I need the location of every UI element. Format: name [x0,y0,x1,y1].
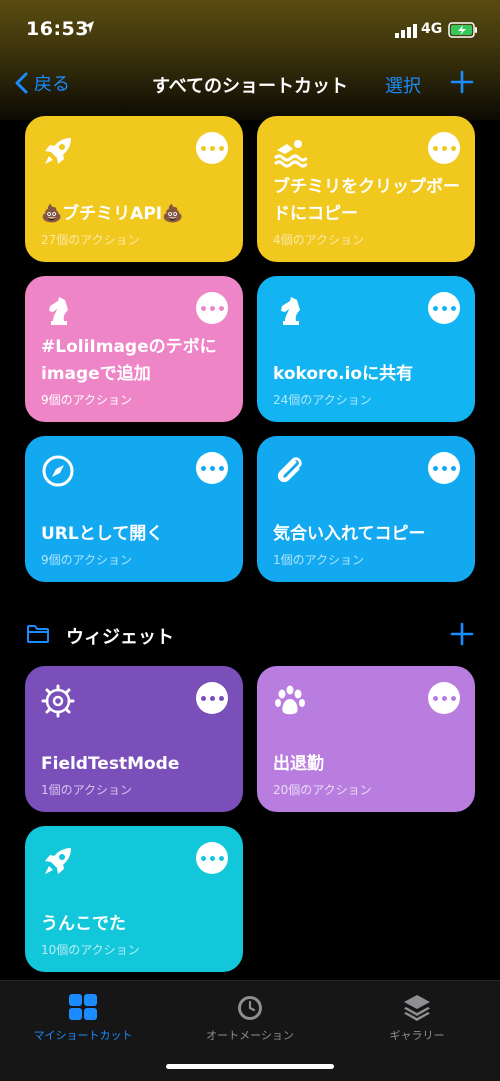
status-bar: 16:53 4G [0,0,500,60]
swimmer-icon [273,140,307,168]
more-button[interactable] [196,292,228,324]
section-title: ウィジェット [66,627,174,648]
more-button[interactable] [428,292,460,324]
status-time: 16:53 [26,18,89,40]
tab-automation[interactable]: オートメーション [167,993,333,1043]
shortcut-title: kokoro.ioに共有 [273,364,414,384]
shortcut-title: ブチミリをクリップボードにコピー [273,177,460,224]
action-count: 1個のアクション [41,783,133,797]
tab-label: オートメーション [206,1029,294,1042]
tab-label: ギャラリー [389,1029,445,1042]
more-button[interactable] [196,682,228,714]
shortcut-card[interactable]: #LoliImageのテボにimageで追加 9個のアクション [25,276,243,422]
action-count: 4個のアクション [273,233,365,247]
home-indicator [166,1064,334,1069]
more-button[interactable] [196,452,228,484]
paperclip-icon [277,457,302,483]
shortcut-title: #LoliImageのテボにimageで追加 [41,337,217,384]
compass-icon [42,455,74,487]
more-button[interactable] [428,132,460,164]
shortcut-card[interactable]: うんこでた 10個のアクション [25,826,243,972]
chess-knight-icon [49,297,68,325]
shortcut-card[interactable]: 気合い入れてコピー 1個のアクション [257,436,475,582]
navigation-bar: 戻る すべてのショートカット 選択 [0,62,500,106]
clock-icon [238,996,262,1020]
shortcut-title: 💩ブチミリAPI💩 [41,204,184,224]
shortcut-title: URLとして開く [41,524,164,544]
more-button[interactable] [196,132,228,164]
action-count: 1個のアクション [273,553,365,567]
add-to-folder-button[interactable] [450,622,474,646]
gear-icon [41,684,75,718]
paw-icon [275,685,305,715]
tab-gallery[interactable]: ギャラリー [334,993,500,1043]
action-count: 27個のアクション [41,233,140,247]
shortcut-card[interactable]: kokoro.ioに共有 24個のアクション [257,276,475,422]
select-button[interactable]: 選択 [385,72,421,98]
action-count: 20個のアクション [273,783,372,797]
tab-my-shortcuts[interactable]: マイショートカット [0,993,166,1043]
shortcut-card[interactable]: 💩ブチミリAPI💩 27個のアクション [25,116,243,262]
more-button[interactable] [428,452,460,484]
more-button[interactable] [196,842,228,874]
battery-charging-icon [448,22,477,38]
action-count: 9個のアクション [41,553,133,567]
chess-knight-icon [281,297,300,325]
signal-icon [395,24,417,38]
layers-icon [404,995,430,1021]
tab-label: マイショートカット [33,1029,133,1042]
shortcut-card[interactable]: URLとして開く 9個のアクション [25,436,243,582]
action-count: 9個のアクション [41,393,133,407]
add-shortcut-button[interactable] [450,70,474,94]
shortcut-title: 出退勤 [273,754,324,774]
shortcut-title: FieldTestMode [41,754,180,774]
network-type: 4G [421,21,443,37]
rocket-icon [45,138,71,164]
action-count: 24個のアクション [273,393,372,407]
grid-icon [69,994,97,1020]
page-title: すべてのショートカット [151,76,349,97]
shortcut-title: 気合い入れてコピー [273,524,426,544]
folder-icon [27,625,49,643]
shortcut-title: うんこでた [41,914,126,934]
rocket-icon [45,848,71,874]
location-arrow-icon [84,21,94,33]
shortcut-card[interactable]: 出退勤 20個のアクション [257,666,475,812]
folder-section-header: ウィジェット [0,618,500,652]
shortcut-card[interactable]: ブチミリをクリップボードにコピー 4個のアクション [257,116,475,262]
shortcut-card[interactable]: FieldTestMode 1個のアクション [25,666,243,812]
action-count: 10個のアクション [41,943,140,957]
more-button[interactable] [428,682,460,714]
